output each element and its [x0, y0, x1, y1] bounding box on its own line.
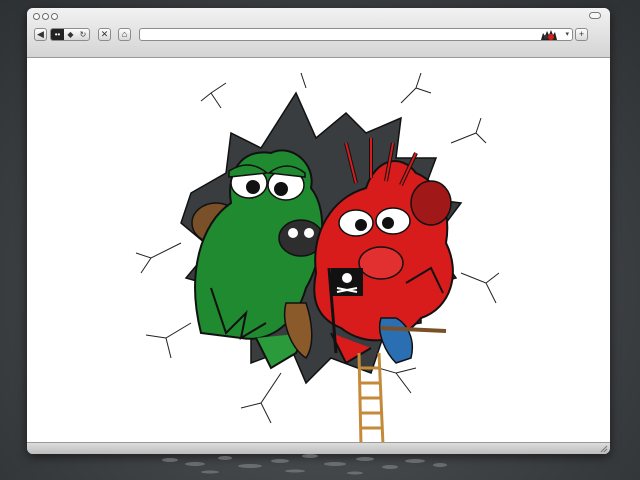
- resize-grip-icon[interactable]: [600, 445, 608, 453]
- window-controls: [33, 13, 58, 20]
- browser-window: ◀ •• ◆ ↻ ✕ ⌂ ▾ +: [27, 8, 610, 454]
- rope-ladder: [357, 352, 385, 446]
- tab-overview-button[interactable]: ••: [51, 29, 64, 40]
- floor-reflection: [162, 454, 447, 475]
- back-button[interactable]: ◀: [34, 28, 47, 41]
- home-button[interactable]: ⌂: [118, 28, 131, 41]
- stop-button[interactable]: ✕: [98, 28, 111, 41]
- toolbar-toggle-button[interactable]: [589, 12, 601, 19]
- close-window-button[interactable]: [33, 13, 40, 20]
- browser-toolbar: ◀ •• ◆ ↻ ✕ ⌂ ▾ +: [27, 8, 610, 58]
- address-bar[interactable]: ▾: [139, 28, 573, 41]
- address-dropdown-icon[interactable]: ▾: [565, 29, 569, 40]
- back-arrow-icon: ◀: [37, 29, 44, 39]
- plus-icon: +: [578, 29, 585, 39]
- add-bookmark-button[interactable]: +: [575, 28, 588, 41]
- nav-button-group: •• ◆ ↻: [50, 28, 90, 41]
- forward-button[interactable]: ◆: [64, 29, 77, 40]
- reload-button[interactable]: ↻: [77, 29, 89, 40]
- monster-favicon-icon: [541, 30, 557, 40]
- monster-gang-illustration: [135, 73, 500, 446]
- face-icon: ••: [54, 30, 61, 39]
- forward-diamond-icon: ◆: [67, 30, 74, 39]
- close-x-icon: ✕: [100, 29, 109, 39]
- reload-icon: ↻: [79, 30, 87, 39]
- home-icon: ⌂: [121, 29, 128, 39]
- dark-red-monster: [410, 180, 452, 226]
- minimize-window-button[interactable]: [42, 13, 49, 20]
- page-content: [27, 58, 610, 446]
- zoom-window-button[interactable]: [51, 13, 58, 20]
